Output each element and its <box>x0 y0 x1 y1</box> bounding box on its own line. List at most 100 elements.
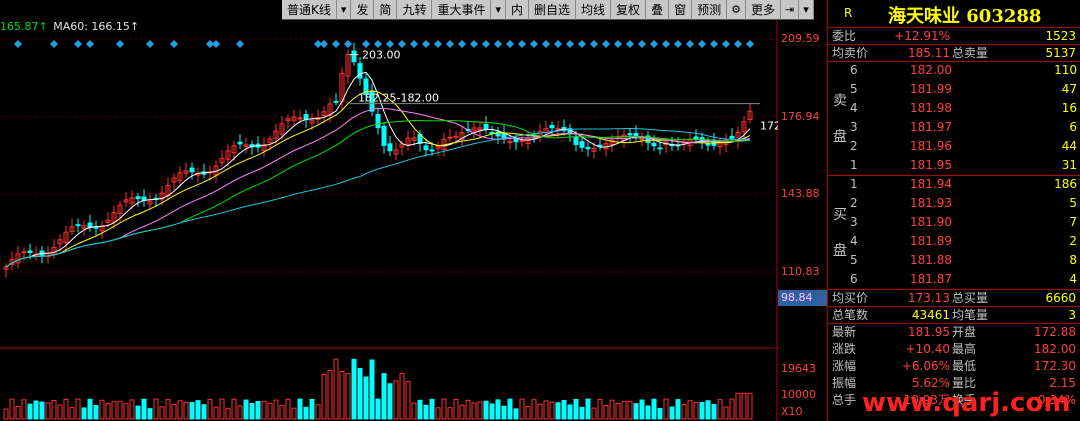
dock-icon[interactable]: ⇥ <box>781 0 800 20</box>
signal-diamond <box>602 40 610 48</box>
quote-row: 涨跌 +10.40 最高 182.00 <box>828 341 1080 358</box>
volume-bar <box>609 399 615 420</box>
volume-bar <box>471 402 477 420</box>
signal-diamond <box>410 40 418 48</box>
level-number: 6 <box>850 63 858 77</box>
signal-diamond <box>470 40 478 48</box>
stock-chart-window: 普通K线 ▾ 发 简 九转 重大事件 ▾ 内 删自选 均线 复权 叠 窗 预测 … <box>0 0 1080 421</box>
candle-body <box>705 143 711 146</box>
volume-bar <box>93 404 99 420</box>
volume-bar <box>579 406 585 420</box>
signal-diamond <box>236 40 244 48</box>
signal-diamond <box>362 40 370 48</box>
signal-diamond <box>422 40 430 48</box>
dropdown-icon[interactable]: ▾ <box>337 0 352 20</box>
signal-diamond <box>710 40 718 48</box>
weibi-row: 委比 +12.91% 1523 <box>828 28 1080 45</box>
volume-bar <box>327 369 333 420</box>
candle-body <box>27 250 33 253</box>
signal-diamond <box>698 40 706 48</box>
volume-bar <box>135 405 141 420</box>
more-button[interactable]: 更多 <box>746 0 781 20</box>
signal-diamond <box>212 40 220 48</box>
sell-level-row[interactable]: 2 181.96 44 <box>828 138 1080 155</box>
volume-bar <box>189 402 195 420</box>
range-label: 182.25-182.00 <box>358 92 439 105</box>
major-events-button[interactable]: 重大事件 <box>432 0 492 20</box>
volume-bar <box>519 398 525 420</box>
volume-bar <box>453 398 459 420</box>
volume-bar <box>639 399 645 420</box>
sell-level-row[interactable]: 4 181.98 16 <box>828 100 1080 117</box>
quote-label: 涨幅 <box>832 359 857 373</box>
signal-diamond <box>746 40 754 48</box>
adjust-price-button[interactable]: 复权 <box>611 0 647 20</box>
inner-button[interactable]: 内 <box>506 0 530 20</box>
signal-diamond <box>398 40 406 48</box>
forecast-button[interactable]: 预测 <box>692 0 728 20</box>
volume-bar <box>525 406 531 420</box>
remove-watchlist-button[interactable]: 删自选 <box>529 0 577 20</box>
volume-bar <box>711 404 717 420</box>
buy-level-row[interactable]: 5 181.88 8 <box>828 252 1080 269</box>
candle-body <box>135 196 141 200</box>
volume-bar <box>39 401 45 420</box>
level-volume: 44 <box>1061 139 1077 153</box>
sell-level-row[interactable]: 1 181.95 31 <box>828 157 1080 174</box>
signal-diamond <box>86 40 94 48</box>
buy-level-row[interactable]: 3 181.90 7 <box>828 214 1080 231</box>
buy-level-row[interactable]: 4 181.89 2 <box>828 233 1080 250</box>
settings-icon[interactable]: ⚙ <box>727 0 746 20</box>
volume-bar <box>69 407 75 420</box>
volume-bar <box>291 407 297 420</box>
signal-diamond <box>554 40 562 48</box>
level-volume: 31 <box>1061 158 1077 172</box>
volume-bar <box>27 403 33 420</box>
window-button[interactable]: 窗 <box>669 0 693 20</box>
moving-average-button[interactable]: 均线 <box>576 0 612 20</box>
level-volume: 186 <box>1054 177 1077 191</box>
simple-button[interactable]: 简 <box>374 0 398 20</box>
sell-level-row[interactable]: 3 181.97 6 <box>828 119 1080 136</box>
volume-bar <box>339 370 345 420</box>
candle-body <box>579 141 585 148</box>
volume-bar <box>513 408 519 420</box>
buy-level-row[interactable]: 6 181.87 4 <box>828 271 1080 288</box>
volume-bar <box>51 399 57 420</box>
volume-bar <box>261 401 267 420</box>
volume-bar <box>99 399 105 420</box>
volume-bar <box>63 398 69 420</box>
level-volume: 5 <box>1069 196 1077 210</box>
publish-button[interactable]: 发 <box>351 0 375 20</box>
volume-bar <box>459 404 465 420</box>
candle-body <box>651 142 657 147</box>
volume-bar <box>249 403 255 420</box>
buy-level-row[interactable]: 2 181.93 5 <box>828 195 1080 212</box>
signal-diamond <box>626 40 634 48</box>
level-volume: 8 <box>1069 253 1077 267</box>
sell-level-row[interactable]: 5 181.99 47 <box>828 81 1080 98</box>
sell-level-row[interactable]: 6 182.00 110 <box>828 62 1080 79</box>
volume-bar <box>489 403 495 420</box>
overlay-button[interactable]: 叠 <box>646 0 670 20</box>
volume-bar <box>435 407 441 420</box>
kline-chart[interactable]: 203.00 182.25-182.00 172 <box>0 20 778 421</box>
nine-turn-button[interactable]: 九转 <box>397 0 433 20</box>
kline-type-button[interactable]: 普通K线 <box>282 0 337 20</box>
signal-diamond <box>458 40 466 48</box>
signal-diamond <box>434 40 442 48</box>
volume-bar <box>255 400 261 420</box>
stock-title[interactable]: 海天味业 603288 <box>888 2 1041 28</box>
buy-level-row[interactable]: 1 181.94 186 <box>828 176 1080 193</box>
volume-bar <box>627 400 633 420</box>
volume-bar <box>309 399 315 420</box>
dropdown-icon[interactable]: ▾ <box>491 0 506 20</box>
volume-bar <box>675 399 681 420</box>
level-volume: 4 <box>1069 272 1077 286</box>
level-number: 1 <box>850 177 858 191</box>
level-number: 3 <box>850 120 858 134</box>
cursor-price-label: 98.84 <box>778 290 827 306</box>
dropdown-icon[interactable]: ▾ <box>799 0 814 20</box>
candle-body <box>639 138 645 141</box>
volume-bar <box>45 402 51 420</box>
